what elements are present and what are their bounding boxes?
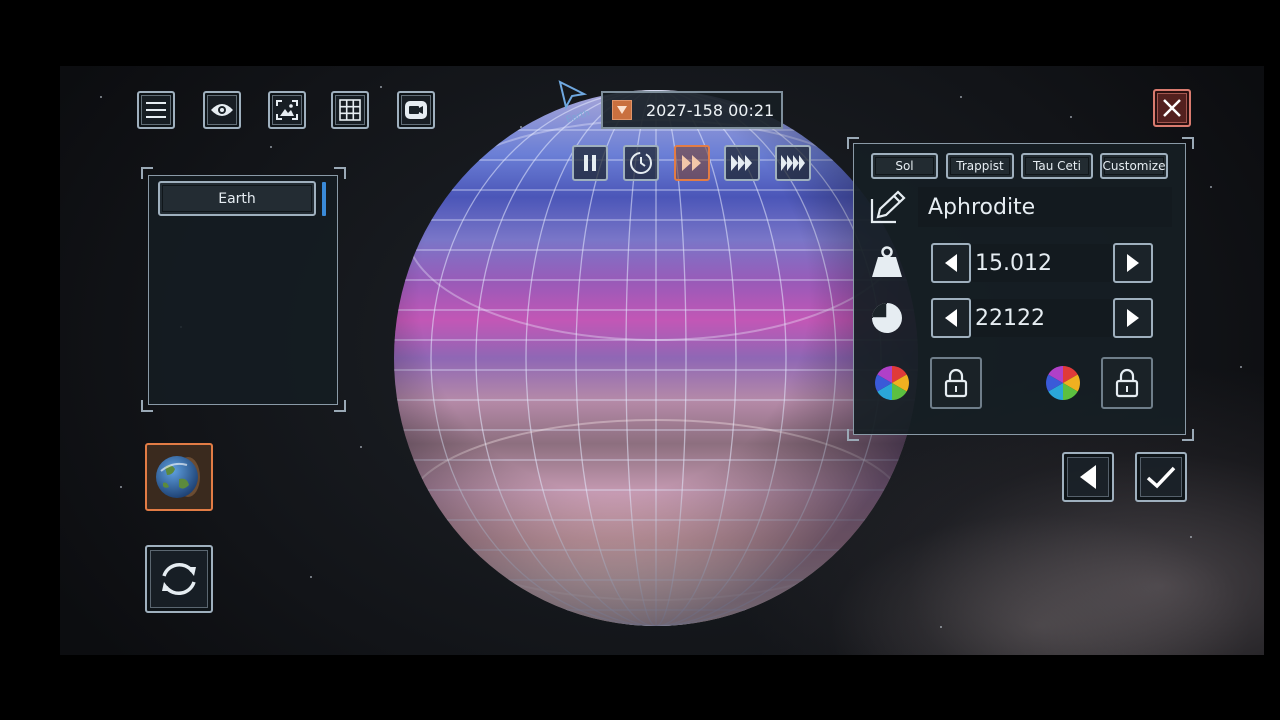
date-display: 2027-158 00:21 <box>646 100 775 120</box>
camera-icon <box>405 101 427 119</box>
date-dropdown-button[interactable] <box>612 100 632 120</box>
star <box>1240 366 1242 368</box>
camera-button[interactable] <box>397 91 435 129</box>
speed-fastest-button[interactable] <box>775 145 811 181</box>
pointer-cursor-icon <box>558 80 588 110</box>
confirm-button[interactable] <box>1135 452 1187 502</box>
star <box>360 446 362 448</box>
time-reset-button[interactable] <box>623 145 659 181</box>
image-icon <box>276 100 298 120</box>
tab-label: Trappist <box>956 159 1004 173</box>
grid-icon <box>339 99 361 121</box>
scrollbar[interactable] <box>322 182 326 216</box>
tab-tau-ceti[interactable]: Tau Ceti <box>1021 153 1093 179</box>
close-button[interactable] <box>1153 89 1191 127</box>
star <box>960 96 962 98</box>
refresh-icon <box>162 563 196 595</box>
pie-chart-icon <box>872 303 902 333</box>
pause-icon <box>584 155 596 171</box>
color-wheel-icon[interactable] <box>874 365 910 401</box>
star <box>270 146 272 148</box>
tab-trappist[interactable]: Trappist <box>946 153 1014 179</box>
star <box>1210 186 1212 188</box>
mass-increase-button[interactable] <box>1113 243 1153 283</box>
grid-toggle-button[interactable] <box>331 91 369 129</box>
fast-forward-2-icon <box>731 155 752 171</box>
back-button[interactable] <box>1062 452 1114 502</box>
visibility-button[interactable] <box>203 91 241 129</box>
lock-icon <box>944 368 968 398</box>
tab-label: Customize <box>1102 159 1166 173</box>
pause-button[interactable] <box>572 145 608 181</box>
arrow-left-icon <box>1080 465 1096 489</box>
clock-icon <box>630 152 652 174</box>
mass-decrease-button[interactable] <box>931 243 971 283</box>
radius-increase-button[interactable] <box>1113 298 1153 338</box>
date-bar[interactable]: 2027-158 00:21 <box>601 91 783 129</box>
star <box>380 86 382 88</box>
eye-icon <box>211 104 233 116</box>
tab-label: Tau Ceti <box>1033 159 1081 173</box>
color-wheel-icon[interactable] <box>1045 365 1081 401</box>
speed-faster-button[interactable] <box>724 145 760 181</box>
weight-icon <box>872 246 902 277</box>
lock-icon <box>1115 368 1139 398</box>
rotate-button[interactable] <box>145 545 213 613</box>
tab-customize[interactable]: Customize <box>1100 153 1168 179</box>
list-item-label: Earth <box>218 190 256 207</box>
star <box>940 626 942 628</box>
menu-icon <box>146 102 166 118</box>
close-icon <box>1163 99 1181 117</box>
list-item-earth[interactable]: Earth <box>158 181 316 216</box>
arrow-left-icon <box>945 309 957 327</box>
radius-decrease-button[interactable] <box>931 298 971 338</box>
star <box>1070 116 1072 118</box>
star <box>120 486 122 488</box>
menu-button[interactable] <box>137 91 175 129</box>
fast-forward-icon <box>682 155 701 171</box>
tab-label: Sol <box>895 159 914 173</box>
speed-fast-button[interactable] <box>674 145 710 181</box>
chevron-down-icon <box>617 106 627 114</box>
fast-forward-3-icon <box>781 155 805 171</box>
star <box>1190 536 1192 538</box>
star <box>100 96 102 98</box>
tab-sol[interactable]: Sol <box>871 153 938 179</box>
arrow-left-icon <box>945 254 957 272</box>
radius-value-field[interactable]: 22122 <box>971 299 1111 337</box>
star <box>310 576 312 578</box>
screenshot-button[interactable] <box>268 91 306 129</box>
mass-value-field[interactable]: 15.012 <box>971 244 1111 282</box>
earth-icon <box>156 456 200 498</box>
planet-thumbnail-button[interactable] <box>145 443 213 511</box>
planet-name-field[interactable]: Aphrodite <box>918 187 1172 227</box>
lock-color-1-button[interactable] <box>930 357 982 409</box>
arrow-right-icon <box>1127 254 1139 272</box>
edit-name-button[interactable] <box>868 189 906 225</box>
lock-color-2-button[interactable] <box>1101 357 1153 409</box>
pencil-icon <box>870 190 906 224</box>
checkmark-icon <box>1146 466 1176 489</box>
arrow-right-icon <box>1127 309 1139 327</box>
